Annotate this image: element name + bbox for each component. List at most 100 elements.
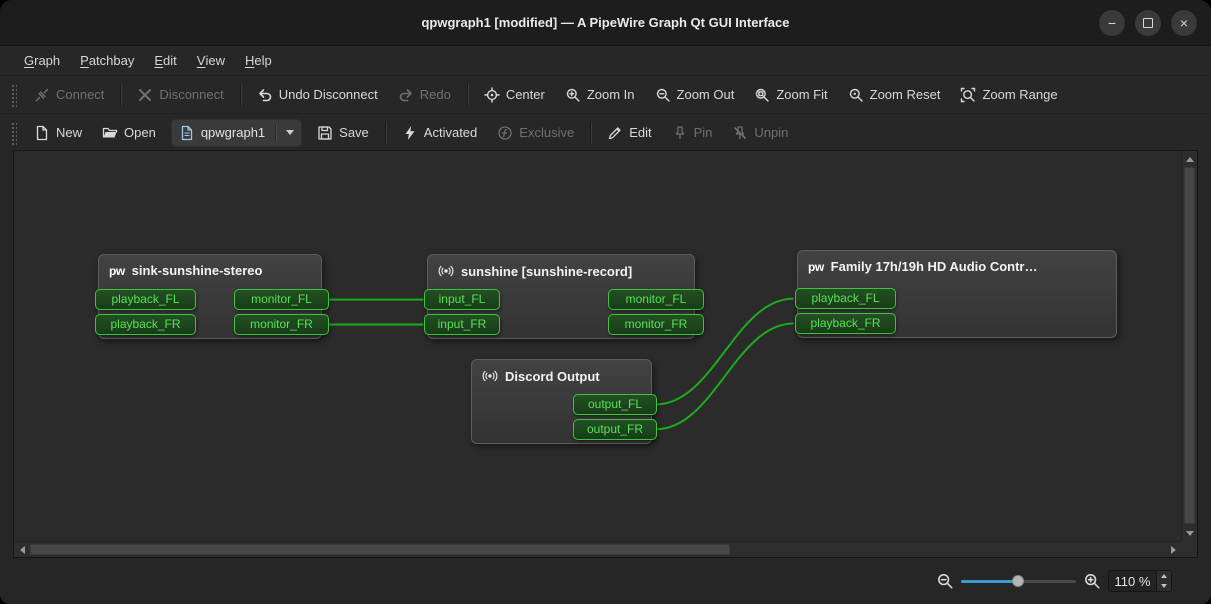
zoom-reset-icon — [848, 87, 864, 103]
patchbay-toolbar: New Open qpwgraph1 Save Activated Exclus… — [0, 114, 1211, 151]
app-window: qpwgraph1 [modified] — A PipeWire Graph … — [0, 0, 1211, 604]
port-input-playback-fl[interactable]: playback_FL — [795, 288, 896, 309]
graph-canvas[interactable]: pw sink-sunshine-stereo sunshine [sunshi… — [14, 151, 1181, 541]
arrow-up-icon — [1161, 574, 1167, 578]
port-output-monitor-fl[interactable]: monitor_FL — [608, 289, 704, 310]
port-output-fl[interactable]: output_FL — [573, 394, 657, 415]
node-header: sunshine [sunshine-record] — [428, 255, 694, 279]
redo-button[interactable]: Redo — [389, 81, 460, 109]
zoom-range-button[interactable]: Zoom Range — [951, 81, 1066, 109]
menu-graph[interactable]: Graph — [14, 46, 70, 75]
menu-view[interactable]: View — [187, 46, 235, 75]
zoom-spinbox[interactable]: 110 % — [1108, 570, 1172, 592]
scroll-right-button[interactable] — [1165, 542, 1181, 558]
save-button[interactable]: Save — [308, 119, 378, 147]
center-button[interactable]: Center — [475, 81, 554, 109]
port-input-playback-fl[interactable]: playback_FL — [95, 289, 196, 310]
new-button[interactable]: New — [25, 119, 91, 147]
connect-button[interactable]: Connect — [25, 81, 113, 109]
window-title: qpwgraph1 [modified] — A PipeWire Graph … — [421, 15, 790, 30]
toolbar-separator — [384, 121, 386, 144]
exclusive-icon — [497, 125, 513, 141]
slider-handle[interactable] — [1012, 575, 1024, 587]
menubar: Graph Patchbay Edit View Help — [0, 46, 1211, 76]
open-folder-icon — [102, 125, 118, 137]
activated-button[interactable]: Activated — [393, 119, 486, 147]
port-output-fr[interactable]: output_FR — [573, 419, 657, 440]
zoom-in-button[interactable]: Zoom In — [556, 81, 644, 109]
port-input-fl[interactable]: input_FL — [424, 289, 500, 310]
minimize-button[interactable]: − — [1099, 9, 1125, 36]
pin-button[interactable]: Pin — [663, 119, 722, 147]
undo-disconnect-button[interactable]: Undo Disconnect — [248, 81, 387, 109]
exclusive-button[interactable]: Exclusive — [488, 119, 583, 147]
edit-button[interactable]: Edit — [598, 119, 660, 147]
connection-wire[interactable] — [655, 322, 794, 431]
pencil-icon — [607, 125, 623, 141]
button-label: Center — [505, 87, 545, 102]
horizontal-scroll-thumb[interactable] — [30, 544, 730, 555]
menu-edit[interactable]: Edit — [144, 46, 186, 75]
close-button[interactable]: × — [1171, 9, 1197, 36]
close-icon: × — [1179, 14, 1189, 31]
unpin-button[interactable]: Unpin — [723, 119, 797, 147]
arrow-down-icon — [1161, 584, 1167, 588]
menu-label: raph — [34, 53, 61, 68]
button-label: Open — [124, 125, 156, 140]
graph-canvas-frame: pw sink-sunshine-stereo sunshine [sunshi… — [13, 150, 1198, 558]
toolbar-separator — [120, 83, 122, 106]
open-button[interactable]: Open — [93, 119, 165, 147]
titlebar: qpwgraph1 [modified] — A PipeWire Graph … — [0, 0, 1211, 46]
port-output-monitor-fr[interactable]: monitor_FR — [234, 314, 329, 335]
disconnect-button[interactable]: Disconnect — [128, 81, 232, 109]
spin-arrows — [1156, 571, 1171, 591]
maximize-icon — [1143, 17, 1153, 28]
undo-icon — [257, 87, 273, 103]
scroll-down-button[interactable] — [1182, 525, 1198, 541]
button-label: Undo Disconnect — [278, 87, 378, 102]
stream-icon — [438, 263, 454, 279]
port-input-playback-fr[interactable]: playback_FR — [95, 314, 196, 335]
vertical-scroll-thumb[interactable] — [1184, 167, 1195, 524]
new-file-icon — [34, 125, 50, 141]
menu-patchbay[interactable]: Patchbay — [70, 46, 144, 75]
zoom-fit-button[interactable]: Zoom Fit — [745, 81, 836, 109]
patchbay-file-combo[interactable]: qpwgraph1 — [170, 118, 303, 147]
toolbar-drag-handle[interactable] — [10, 82, 17, 107]
zoom-value: 110 % — [1114, 573, 1151, 589]
connect-icon — [34, 87, 50, 103]
zoom-out-icon — [938, 574, 953, 589]
menu-label: G — [24, 53, 35, 68]
button-label: Connect — [56, 87, 105, 102]
menu-help[interactable]: Help — [235, 46, 282, 75]
maximize-button[interactable] — [1135, 9, 1161, 36]
port-output-monitor-fr[interactable]: monitor_FR — [608, 314, 704, 335]
menu-label: atchbay — [88, 53, 135, 68]
spin-down-button[interactable] — [1157, 581, 1171, 591]
slider-fill — [961, 580, 1017, 583]
zoom-out-icon — [655, 87, 671, 103]
zoom-slider[interactable] — [961, 574, 1076, 588]
scroll-up-button[interactable] — [1182, 151, 1198, 167]
zoom-out-button[interactable]: Zoom Out — [646, 81, 744, 109]
arrow-left-icon — [19, 546, 25, 554]
port-output-monitor-fl[interactable]: monitor_FL — [234, 289, 329, 310]
zoom-range-icon — [960, 87, 976, 103]
menu-label: P — [80, 53, 89, 68]
node-title: Discord Output — [505, 368, 600, 384]
toolbar-drag-handle[interactable] — [10, 120, 17, 145]
port-input-fr[interactable]: input_FR — [424, 314, 500, 335]
spin-up-button[interactable] — [1157, 571, 1171, 581]
node-title: sink-sunshine-stereo — [131, 263, 263, 278]
minimize-icon: − — [1107, 14, 1117, 31]
zoom-in-icon — [565, 87, 581, 103]
vertical-scrollbar[interactable] — [1181, 151, 1197, 541]
port-input-playback-fr[interactable]: playback_FR — [795, 313, 896, 334]
horizontal-scrollbar[interactable] — [14, 541, 1181, 557]
statusbar: 110 % — [0, 558, 1211, 604]
node-header: Discord Output — [472, 360, 651, 384]
zoom-controls: 110 % — [936, 558, 1172, 604]
arrow-right-icon — [1170, 546, 1176, 554]
scroll-left-button[interactable] — [14, 542, 30, 558]
zoom-reset-button[interactable]: Zoom Reset — [839, 81, 950, 109]
